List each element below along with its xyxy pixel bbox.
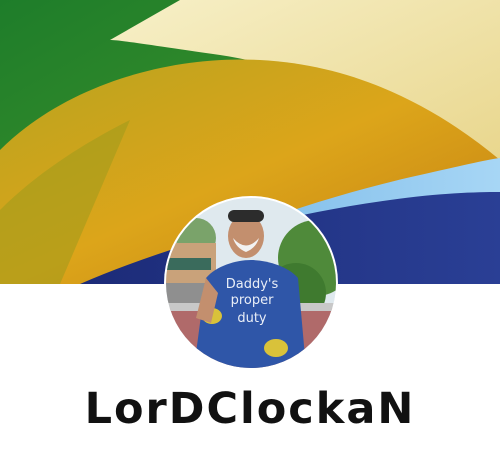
profile-username: LorDClockaN xyxy=(84,384,416,434)
shirt-text-line3: duty xyxy=(237,311,267,326)
shirt-text-line1: Daddy's xyxy=(226,277,279,292)
shirt-text-line2: proper xyxy=(231,293,275,308)
avatar[interactable]: Daddy's proper duty xyxy=(166,198,336,368)
profile-photo-icon: Daddy's proper duty xyxy=(166,198,336,368)
